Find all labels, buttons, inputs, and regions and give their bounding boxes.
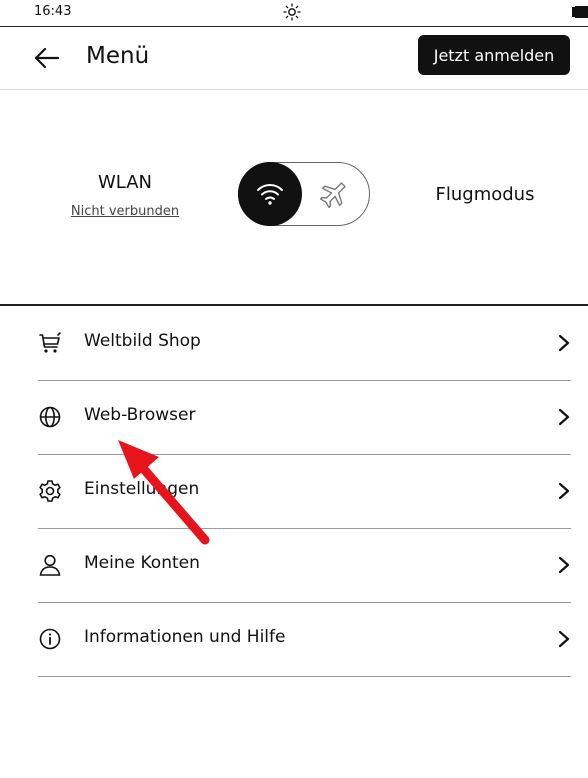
menu-item-label: Weltbild Shop — [84, 331, 201, 351]
chevron-right-icon — [558, 334, 570, 352]
header: Menü Jetzt anmelden — [0, 27, 588, 90]
chevron-right-icon — [558, 408, 570, 426]
menu-item-meine-konten[interactable]: Meine Konten — [38, 528, 571, 603]
menu-item-web-browser[interactable]: Web-Browser — [38, 380, 571, 455]
battery-icon — [572, 6, 588, 18]
chevron-right-icon — [558, 630, 570, 648]
info-icon — [39, 628, 61, 650]
chevron-right-icon — [558, 556, 570, 574]
chevron-right-icon — [558, 482, 570, 500]
wifi-icon — [257, 184, 283, 205]
menu-item-label: Meine Konten — [84, 553, 200, 573]
menu-item-label: Informationen und Hilfe — [84, 627, 286, 647]
connectivity-panel: WLAN Nicht verbunden Flugmodus — [0, 90, 588, 306]
page-title: Menü — [86, 43, 150, 69]
user-icon — [39, 554, 61, 576]
airplane-icon[interactable] — [317, 177, 351, 211]
status-time: 16:43 — [34, 4, 72, 19]
wifi-toggle-knob[interactable] — [238, 162, 302, 226]
menu-item-informationen-hilfe[interactable]: Informationen und Hilfe — [38, 602, 571, 677]
status-bar: 16:43 — [0, 0, 588, 27]
menu-item-label: Einstellungen — [84, 479, 200, 499]
cart-icon — [39, 332, 61, 353]
wlan-label: WLAN — [97, 172, 153, 193]
gear-icon — [39, 480, 61, 502]
wlan-flightmode-toggle[interactable] — [238, 162, 370, 226]
menu-item-label: Web-Browser — [84, 405, 196, 425]
flightmode-label: Flugmodus — [435, 184, 535, 205]
globe-icon — [39, 406, 61, 428]
menu-item-einstellungen[interactable]: Einstellungen — [38, 454, 571, 529]
brightness-icon — [283, 3, 301, 21]
back-arrow-icon[interactable] — [30, 41, 64, 75]
login-button[interactable]: Jetzt anmelden — [418, 35, 570, 75]
menu-item-weltbild-shop[interactable]: Weltbild Shop — [38, 306, 571, 381]
wlan-status-link[interactable]: Nicht verbunden — [62, 204, 188, 219]
